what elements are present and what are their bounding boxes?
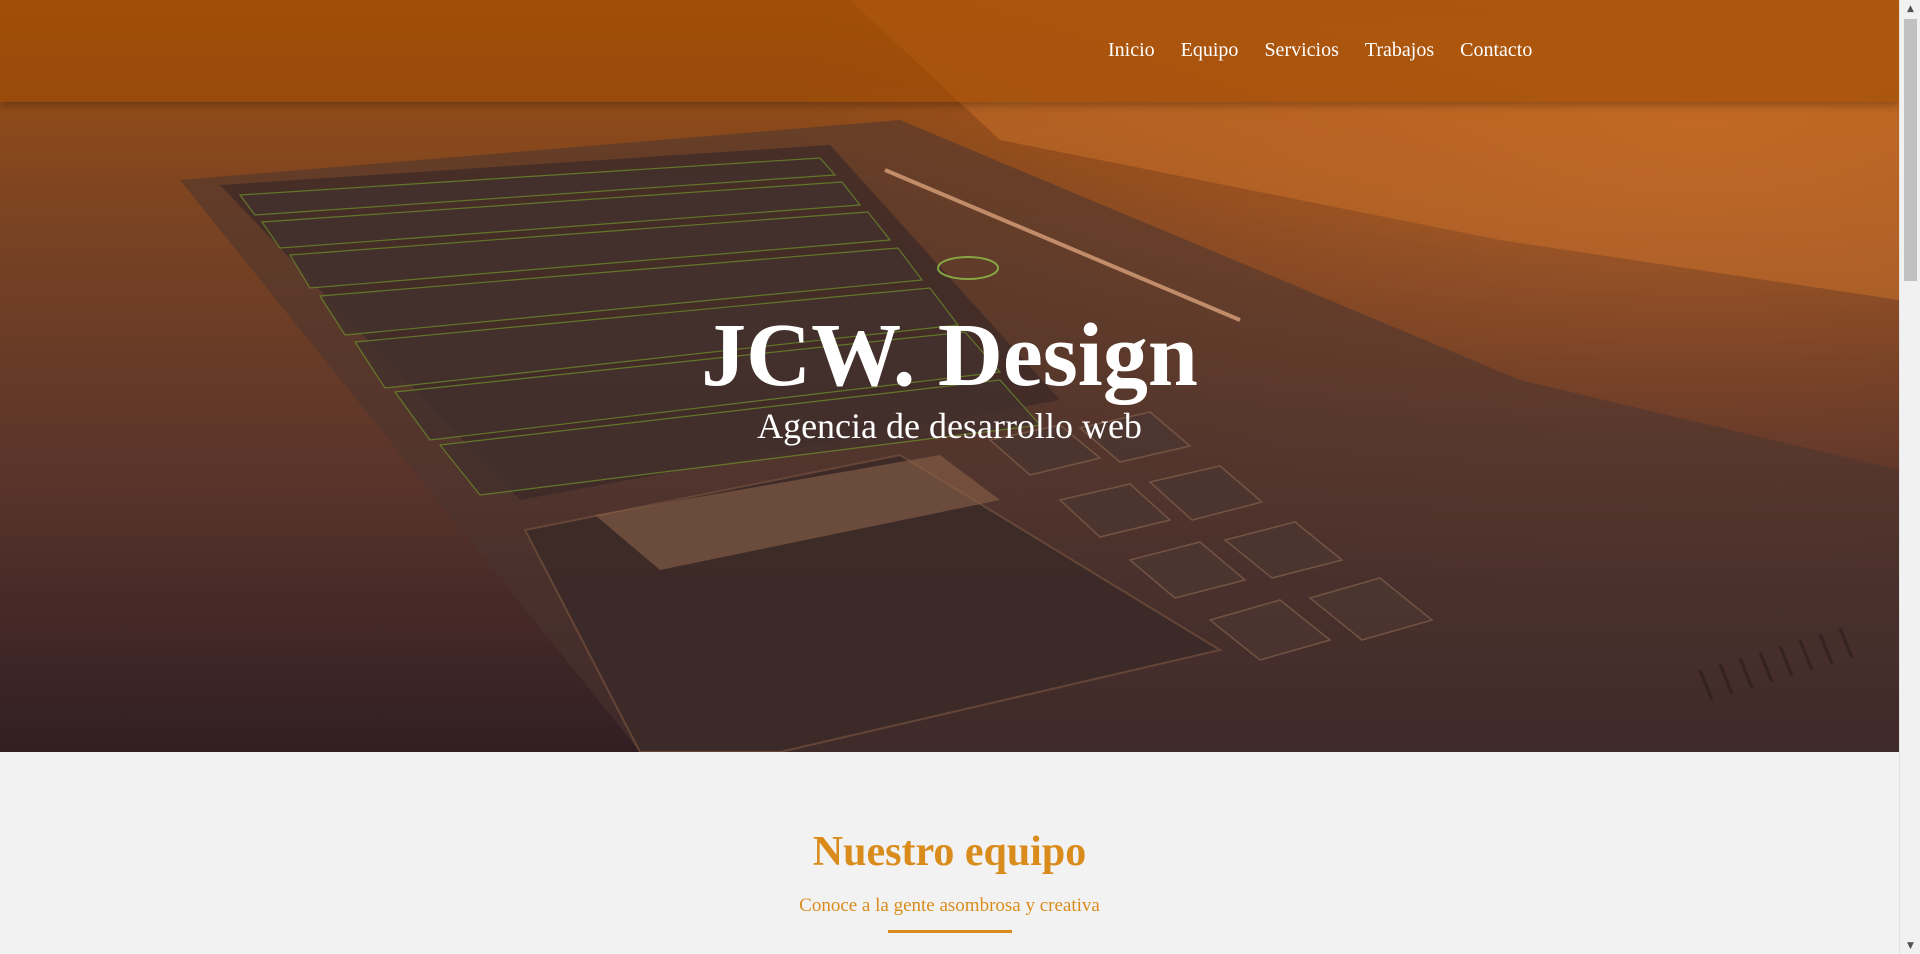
hero-subtitle: Agencia de desarrollo web [757,406,1142,446]
scroll-up-arrow-icon[interactable]: ▲ [1900,0,1920,17]
team-section-title: Nuestro equipo [812,829,1087,875]
team-section-subtitle: Conoce a la gente asombrosa y creativa [799,895,1100,916]
hero-section: Inicio Equipo Servicios Trabajos Contact… [0,0,1899,752]
nav-link-equipo[interactable]: Equipo [1168,38,1252,62]
hero-text-block: JCW. Design Agencia de desarrollo web [0,306,1899,448]
nav-link-contacto[interactable]: Contacto [1447,38,1545,62]
scroll-down-arrow-icon[interactable]: ▼ [1900,937,1920,954]
main-nav: Inicio Equipo Servicios Trabajos Contact… [1108,38,1545,62]
nav-link-inicio[interactable]: Inicio [1108,38,1168,62]
top-navigation-bar: Inicio Equipo Servicios Trabajos Contact… [0,0,1899,102]
vertical-scrollbar[interactable]: ▲ ▼ [1899,0,1920,954]
scrollbar-thumb[interactable] [1904,19,1917,281]
nav-link-trabajos[interactable]: Trabajos [1352,38,1447,62]
team-section: Nuestro equipo Conoce a la gente asombro… [0,752,1899,954]
hero-title: JCW. Design [701,306,1198,405]
section-divider [887,930,1012,933]
nav-link-servicios[interactable]: Servicios [1251,38,1351,62]
